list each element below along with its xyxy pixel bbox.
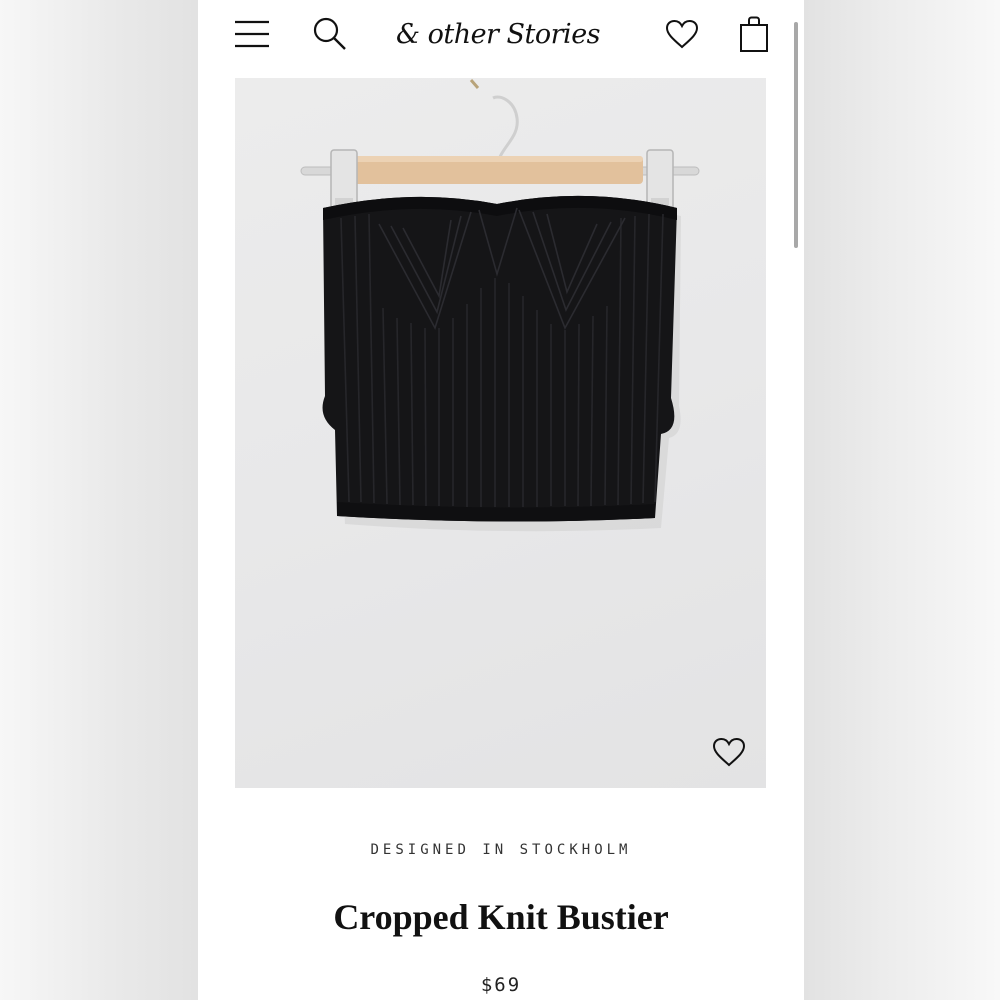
scrollbar[interactable] (794, 22, 798, 248)
backdrop-right (804, 0, 1000, 1000)
brand-logo[interactable]: & other Stories (396, 12, 601, 56)
product-image[interactable] (235, 78, 766, 788)
menu-button[interactable] (228, 10, 276, 58)
hamburger-menu-icon (235, 20, 269, 48)
site-header: & other Stories (198, 0, 804, 72)
search-icon (313, 17, 346, 50)
designed-in-tagline: DESIGNED IN STOCKHOLM (370, 842, 632, 858)
phone-screen: & other Stories DESIGNED IN STOCKHOLM Cr… (198, 0, 804, 1000)
backdrop-left (0, 0, 198, 1000)
product-price: $69 (480, 974, 522, 996)
heart-icon (712, 737, 746, 767)
search-button[interactable] (306, 10, 354, 58)
bustier-on-hanger-illustration (300, 79, 700, 532)
product-title: Cropped Knit Bustier (333, 897, 669, 937)
wishlist-button[interactable] (658, 10, 706, 58)
shopping-bag-icon (740, 16, 768, 52)
image-wishlist-button[interactable] (709, 732, 749, 772)
shopping-bag-button[interactable] (730, 10, 778, 58)
heart-icon (665, 19, 699, 49)
